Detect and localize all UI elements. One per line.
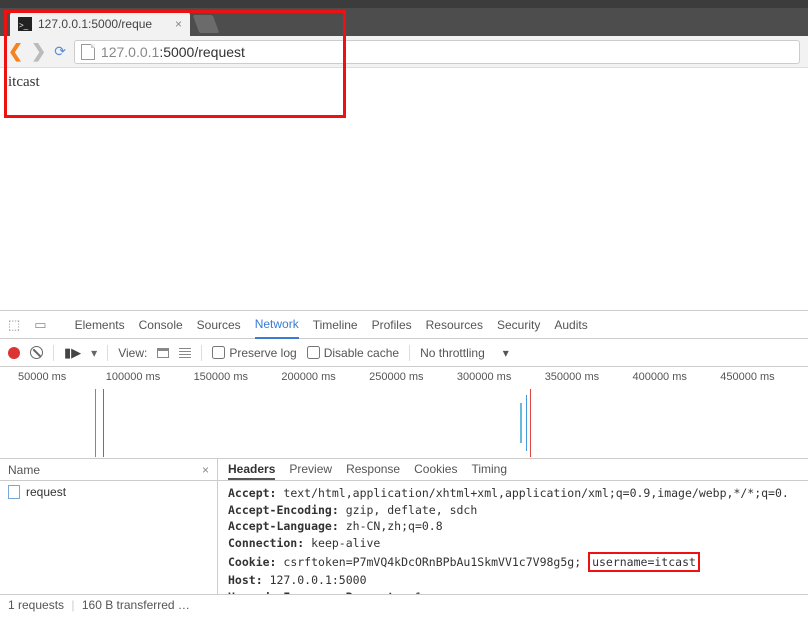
filter-icon[interactable]: ▾	[91, 346, 97, 360]
view-small-icon[interactable]	[179, 348, 191, 358]
terminal-icon	[18, 17, 32, 31]
request-row[interactable]: request	[0, 481, 217, 503]
page-icon	[81, 44, 95, 60]
console-tab[interactable]: Console	[139, 312, 183, 338]
record-button[interactable]	[8, 347, 20, 359]
close-icon[interactable]: ×	[175, 17, 182, 31]
browser-tab[interactable]: 127.0.0.1:5000/reque ×	[10, 12, 190, 36]
request-list: Name × request	[0, 459, 218, 594]
devtools-tabs: ⬚ ▭ Elements Console Sources Network Tim…	[0, 311, 808, 339]
request-detail: Headers Preview Response Cookies Timing …	[218, 459, 808, 594]
back-button[interactable]: ❮	[8, 41, 23, 62]
network-toolbar: ▮▶ ▾ View: Preserve log Disable cache No…	[0, 339, 808, 367]
network-timeline[interactable]: 50000 ms 100000 ms 150000 ms 200000 ms 2…	[0, 367, 808, 459]
timeline-marker-1	[95, 389, 99, 458]
reload-button[interactable]: ⟳	[54, 43, 66, 60]
device-icon[interactable]: ▭	[34, 317, 46, 333]
status-transferred: 160 B transferred …	[82, 598, 190, 612]
browser-toolbar: ❮ ❯ ⟳ 127.0.0.1:5000/request	[0, 36, 808, 68]
network-main: Name × request Headers Preview Response …	[0, 459, 808, 594]
new-tab-button[interactable]	[193, 15, 220, 33]
network-tab[interactable]: Network	[255, 311, 299, 339]
timeline-ticks: 50000 ms 100000 ms 150000 ms 200000 ms 2…	[0, 367, 808, 383]
close-panel-icon[interactable]: ×	[202, 463, 209, 476]
resources-tab[interactable]: Resources	[426, 312, 483, 338]
address-path: :5000/request	[159, 44, 245, 60]
address-host: 127.0.0.1	[101, 44, 159, 60]
file-icon	[8, 485, 20, 499]
tab-title: 127.0.0.1:5000/reque	[38, 17, 152, 31]
highlight-box-cookie: username=itcast	[588, 552, 700, 573]
window-titlebar	[0, 0, 808, 8]
timing-subtab[interactable]: Timing	[471, 462, 507, 480]
network-status-bar: 1 requests | 160 B transferred …	[0, 594, 808, 616]
inspect-icon[interactable]: ⬚	[8, 317, 20, 333]
request-name: request	[26, 485, 66, 499]
elements-tab[interactable]: Elements	[75, 312, 125, 338]
timeline-tab[interactable]: Timeline	[313, 312, 358, 338]
detail-subtabs: Headers Preview Response Cookies Timing	[218, 459, 808, 481]
screenshot-icon[interactable]: ▮▶	[64, 345, 81, 361]
audits-tab[interactable]: Audits	[554, 312, 587, 338]
preserve-log-checkbox[interactable]: Preserve log	[212, 346, 296, 360]
status-requests: 1 requests	[8, 598, 64, 612]
sources-tab[interactable]: Sources	[197, 312, 241, 338]
headers-content: Accept: text/html,application/xhtml+xml,…	[218, 481, 808, 594]
preview-subtab[interactable]: Preview	[289, 462, 332, 480]
disable-cache-checkbox[interactable]: Disable cache	[307, 346, 399, 360]
chevron-down-icon: ▾	[503, 346, 509, 360]
view-label: View:	[118, 346, 147, 360]
view-large-icon[interactable]	[157, 348, 169, 358]
tab-strip: 127.0.0.1:5000/reque ×	[0, 8, 808, 36]
clear-button[interactable]	[30, 346, 43, 359]
page-text: itcast	[8, 74, 40, 90]
headers-subtab[interactable]: Headers	[228, 462, 275, 480]
profiles-tab[interactable]: Profiles	[372, 312, 412, 338]
devtools-panel: ⬚ ▭ Elements Console Sources Network Tim…	[0, 310, 808, 616]
cookies-subtab[interactable]: Cookies	[414, 462, 457, 480]
throttling-select[interactable]: No throttling ▾	[420, 346, 509, 360]
address-bar[interactable]: 127.0.0.1:5000/request	[74, 40, 800, 64]
security-tab[interactable]: Security	[497, 312, 540, 338]
forward-button[interactable]: ❯	[31, 41, 46, 62]
response-subtab[interactable]: Response	[346, 462, 400, 480]
name-column-header[interactable]: Name	[8, 463, 40, 476]
page-content: itcast	[0, 68, 808, 310]
